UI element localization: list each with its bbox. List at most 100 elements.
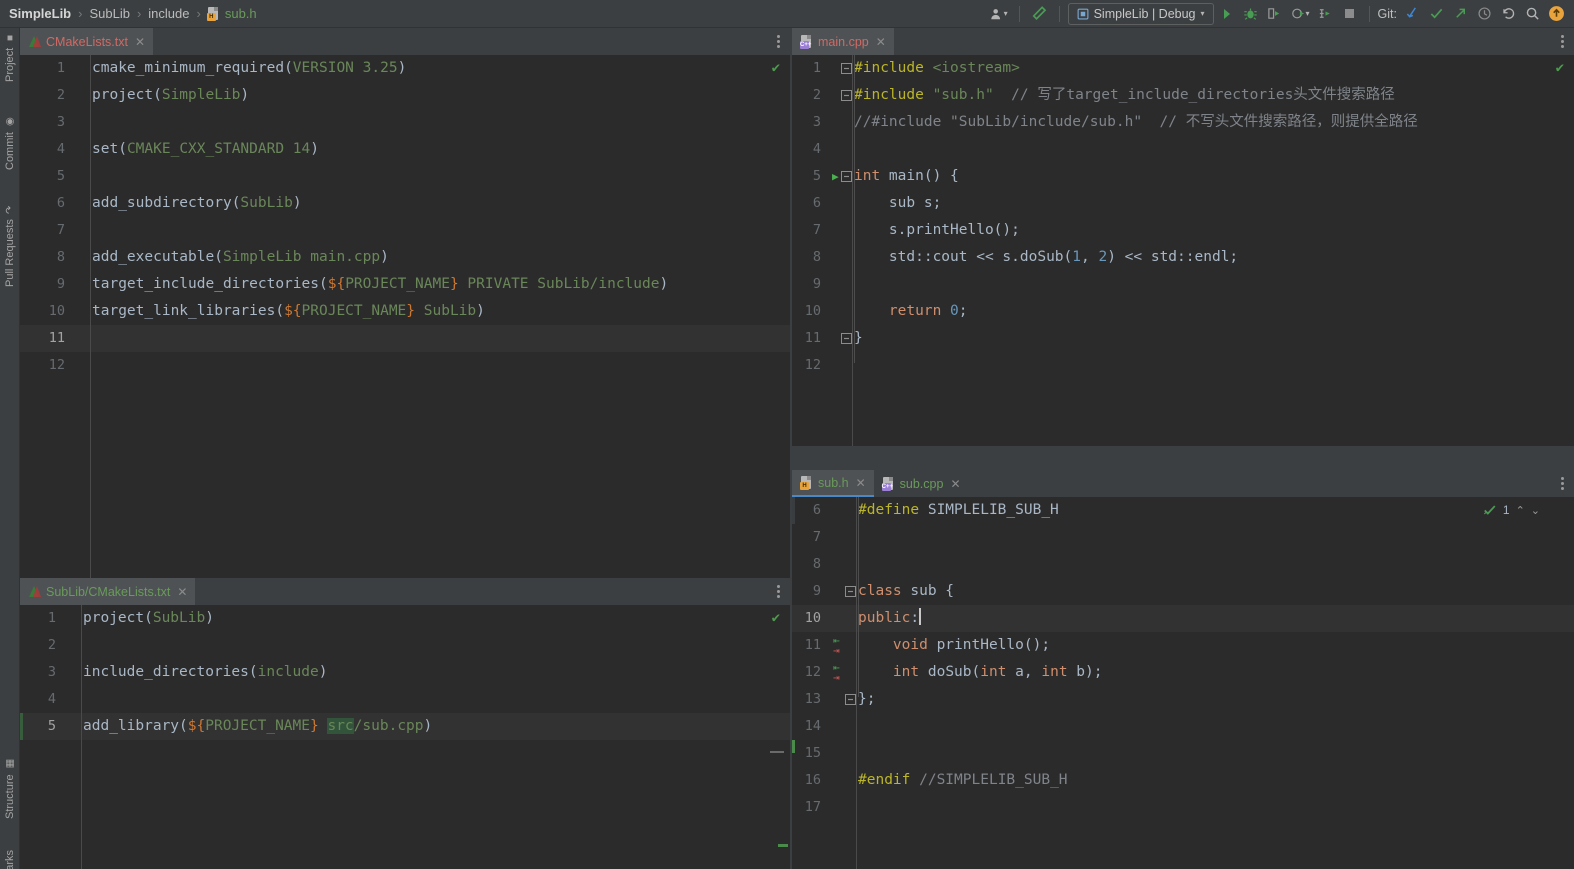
code-line[interactable]: 3 include_directories(include) bbox=[20, 659, 790, 686]
tab-cmakelists[interactable]: CMakeLists.txt ✕ bbox=[20, 28, 154, 55]
code-line[interactable]: 7 bbox=[792, 524, 1574, 551]
fold-gutter[interactable] bbox=[830, 325, 854, 352]
breadcrumb-item-sublib[interactable]: SubLib bbox=[88, 6, 130, 21]
chevron-up-icon[interactable]: ⌃ bbox=[1516, 504, 1525, 517]
sidebar-item-structure[interactable]: Structure ▦ bbox=[0, 758, 20, 840]
code-line[interactable]: 2 project(SimpleLib) bbox=[20, 82, 790, 109]
fold-gutter[interactable] bbox=[830, 578, 858, 605]
tab-sub-cpp[interactable]: C++ sub.cpp ✕ bbox=[874, 470, 969, 497]
code-line[interactable]: 4 bbox=[792, 136, 1574, 163]
scrollbar-marker[interactable] bbox=[778, 844, 788, 847]
code-editor-cmakelists[interactable]: 1 cmake_minimum_required(VERSION 3.25) ✔ 2 p… bbox=[20, 55, 790, 578]
attach-process-icon[interactable] bbox=[1315, 3, 1337, 25]
fold-gutter[interactable] bbox=[830, 217, 854, 244]
code-line[interactable]: 2 bbox=[20, 632, 790, 659]
code-line[interactable]: 9 target_include_directories(${PROJECT_NA… bbox=[20, 271, 790, 298]
notifications-icon[interactable] bbox=[1545, 3, 1568, 25]
fold-gutter[interactable] bbox=[830, 497, 858, 524]
chevron-down-icon[interactable]: ⌄ bbox=[1531, 504, 1540, 517]
fold-gutter[interactable] bbox=[830, 190, 854, 217]
code-line[interactable]: 3 //#include "SubLib/include/sub.h" // 不写… bbox=[792, 109, 1574, 136]
horizontal-splitter-right[interactable] bbox=[792, 446, 1574, 470]
tab-sub-h[interactable]: H sub.h ✕ bbox=[792, 470, 874, 497]
push-icon[interactable] bbox=[1449, 3, 1471, 25]
close-icon[interactable]: ✕ bbox=[876, 35, 886, 49]
panel-options-button[interactable] bbox=[1551, 470, 1574, 497]
code-line[interactable]: 6 add_subdirectory(SubLib) bbox=[20, 190, 790, 217]
search-everywhere-icon[interactable] bbox=[1521, 3, 1543, 25]
debug-bug-icon[interactable] bbox=[1240, 3, 1262, 25]
fold-gutter[interactable] bbox=[830, 524, 858, 551]
code-editor-sub-h[interactable]: 6 #define SIMPLELIB_SUB_H 7 8 9 class sub {10… bbox=[792, 497, 1574, 869]
update-project-icon[interactable] bbox=[1401, 3, 1423, 25]
code-line[interactable]: 1 project(SubLib) ✔ bbox=[20, 605, 790, 632]
code-line[interactable]: 10 return 0; bbox=[792, 298, 1574, 325]
profiler-icon[interactable]: ▾ bbox=[1288, 3, 1313, 25]
code-line[interactable]: 6 #define SIMPLELIB_SUB_H bbox=[792, 497, 1574, 524]
commit-icon[interactable] bbox=[1425, 3, 1447, 25]
panel-options-button[interactable] bbox=[767, 28, 790, 55]
code-line[interactable]: 8 std::cout << s.doSub(1, 2) << std::end… bbox=[792, 244, 1574, 271]
code-line[interactable]: 11} bbox=[792, 325, 1574, 352]
fold-gutter[interactable] bbox=[830, 686, 858, 713]
inspection-widget[interactable]: 1 ⌃ ⌄ bbox=[1483, 503, 1540, 517]
code-line[interactable]: 11 ⇤ ⇥ void printHello(); bbox=[792, 632, 1574, 659]
code-line[interactable]: 4 set(CMAKE_CXX_STANDARD 14) bbox=[20, 136, 790, 163]
close-icon[interactable]: ✕ bbox=[950, 477, 960, 491]
panel-options-button[interactable] bbox=[767, 578, 790, 605]
code-line[interactable]: 10 target_link_libraries(${PROJECT_NAME} … bbox=[20, 298, 790, 325]
fold-gutter[interactable] bbox=[830, 136, 854, 163]
code-line[interactable]: 1 #include <iostream> ✔ bbox=[792, 55, 1574, 82]
run-configuration-selector[interactable]: SimpleLib | Debug ▾ bbox=[1067, 2, 1214, 25]
fold-gutter[interactable] bbox=[830, 794, 858, 821]
sidebar-item-bookmarks[interactable]: Bookmarks bbox=[0, 850, 20, 869]
code-line[interactable]: 5 ▶ int main() { bbox=[792, 163, 1574, 190]
fold-gutter[interactable] bbox=[830, 55, 854, 82]
code-line[interactable]: 2 #include "sub.h" // 写了target_include_di… bbox=[792, 82, 1574, 109]
close-icon[interactable]: ✕ bbox=[856, 476, 866, 490]
user-avatar-icon[interactable]: ▾ bbox=[987, 3, 1011, 25]
code-line[interactable]: 6 sub s; bbox=[792, 190, 1574, 217]
fold-gutter[interactable] bbox=[830, 767, 858, 794]
close-icon[interactable]: ✕ bbox=[135, 35, 145, 49]
vcs-change-marker[interactable] bbox=[792, 740, 795, 753]
fold-gutter[interactable] bbox=[830, 605, 858, 632]
code-line[interactable]: 4 bbox=[20, 686, 790, 713]
breadcrumb-item-subh[interactable]: sub.h bbox=[224, 6, 258, 21]
tab-main-cpp[interactable]: C++ main.cpp ✕ bbox=[792, 28, 894, 55]
hammer-icon[interactable] bbox=[1028, 3, 1051, 25]
fold-gutter[interactable] bbox=[830, 109, 854, 136]
code-line[interactable]: 5 add_library(${PROJECT_NAME} src/sub.cpp… bbox=[20, 713, 790, 740]
code-editor-sublib-cmakelists[interactable]: 1 project(SubLib) ✔ 2 3 include_directories(i… bbox=[20, 605, 790, 869]
code-line[interactable]: 1 cmake_minimum_required(VERSION 3.25) ✔ bbox=[20, 55, 790, 82]
sidebar-item-project[interactable]: Project ■ bbox=[0, 32, 20, 102]
run-icon[interactable] bbox=[1216, 3, 1238, 25]
code-line[interactable]: 9 class sub { bbox=[792, 578, 1574, 605]
fold-gutter[interactable] bbox=[830, 82, 854, 109]
code-line[interactable]: 12 bbox=[20, 352, 790, 379]
fold-gutter[interactable] bbox=[830, 352, 854, 379]
fold-gutter[interactable] bbox=[830, 163, 854, 190]
panel-options-button[interactable] bbox=[1551, 28, 1574, 55]
fold-gutter[interactable] bbox=[830, 740, 858, 767]
stop-icon[interactable] bbox=[1339, 3, 1361, 25]
code-line[interactable]: 11 bbox=[20, 325, 790, 352]
code-line[interactable]: 10 public: bbox=[792, 605, 1574, 632]
code-line[interactable]: 5 bbox=[20, 163, 790, 190]
code-line[interactable]: 16 #endif //SIMPLELIB_SUB_H bbox=[792, 767, 1574, 794]
sidebar-item-pull-requests[interactable]: Pull Requests ↷ bbox=[0, 206, 20, 316]
fold-gutter[interactable] bbox=[830, 713, 858, 740]
fold-gutter[interactable] bbox=[830, 298, 854, 325]
breadcrumb-item-include[interactable]: include bbox=[147, 6, 190, 21]
close-icon[interactable]: ✕ bbox=[177, 585, 187, 599]
code-line[interactable]: 14 bbox=[792, 713, 1574, 740]
fold-gutter[interactable] bbox=[830, 632, 858, 659]
fold-gutter[interactable] bbox=[830, 271, 854, 298]
code-editor-main-cpp[interactable]: 1 #include <iostream> ✔ 2 #include "sub.h" /… bbox=[792, 55, 1574, 446]
code-line[interactable]: 9 bbox=[792, 271, 1574, 298]
code-line[interactable]: 13}; bbox=[792, 686, 1574, 713]
analysis-ok-icon[interactable]: ✔ bbox=[772, 55, 780, 82]
code-line[interactable]: 15 bbox=[792, 740, 1574, 767]
breadcrumb-item-simplelib[interactable]: SimpleLib bbox=[8, 6, 72, 21]
scrollbar-marker[interactable] bbox=[770, 751, 784, 753]
